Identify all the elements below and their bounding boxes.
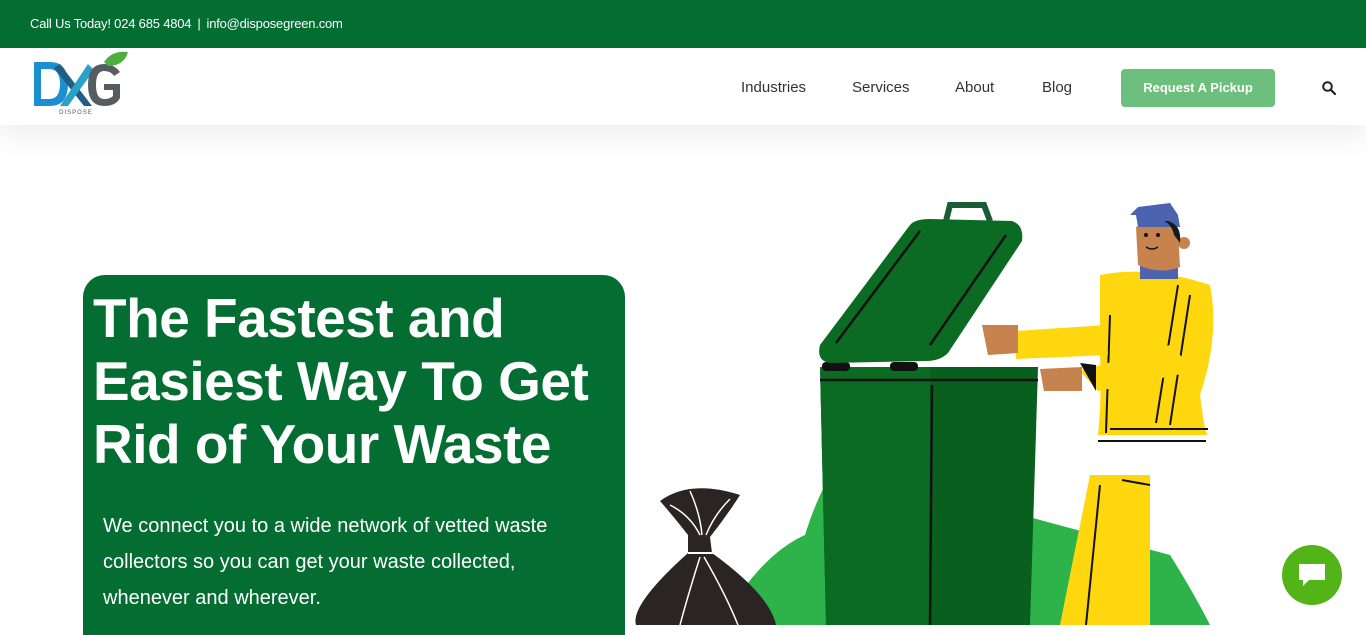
logo-subtext: DISPOSE bbox=[59, 110, 93, 116]
search-icon[interactable] bbox=[1322, 81, 1336, 95]
contact-info: Call Us Today! 024 685 4804 | info@dispose… bbox=[30, 16, 343, 31]
hero-subtitle: We connect you to a wide network of vett… bbox=[103, 515, 548, 609]
hero-illustration bbox=[635, 202, 1214, 625]
nav-industries[interactable]: Industries bbox=[741, 79, 806, 96]
request-pickup-button[interactable]: Request A Pickup bbox=[1121, 69, 1275, 107]
site-header: DISPOSE Industries Services About Blog R… bbox=[0, 48, 1366, 125]
chat-bubble-icon bbox=[1299, 564, 1325, 586]
nav-about[interactable]: About bbox=[955, 79, 994, 96]
nav-services[interactable]: Services bbox=[852, 79, 910, 96]
hero-card: The Fastest and Easiest Way To Get Rid o… bbox=[83, 275, 625, 635]
garbage-bag bbox=[635, 488, 776, 625]
email-link[interactable]: info@disposegreen.com bbox=[207, 16, 343, 31]
hero-title: The Fastest and Easiest Way To Get Rid o… bbox=[93, 287, 589, 475]
top-bar: Call Us Today! 024 685 4804 | info@dispose… bbox=[0, 0, 1366, 48]
waste-bin bbox=[819, 202, 1038, 625]
contact-separator: | bbox=[197, 16, 201, 31]
chat-button[interactable] bbox=[1282, 545, 1342, 605]
phone-text[interactable]: Call Us Today! 024 685 4804 bbox=[30, 16, 192, 31]
nav-blog[interactable]: Blog bbox=[1042, 79, 1072, 96]
